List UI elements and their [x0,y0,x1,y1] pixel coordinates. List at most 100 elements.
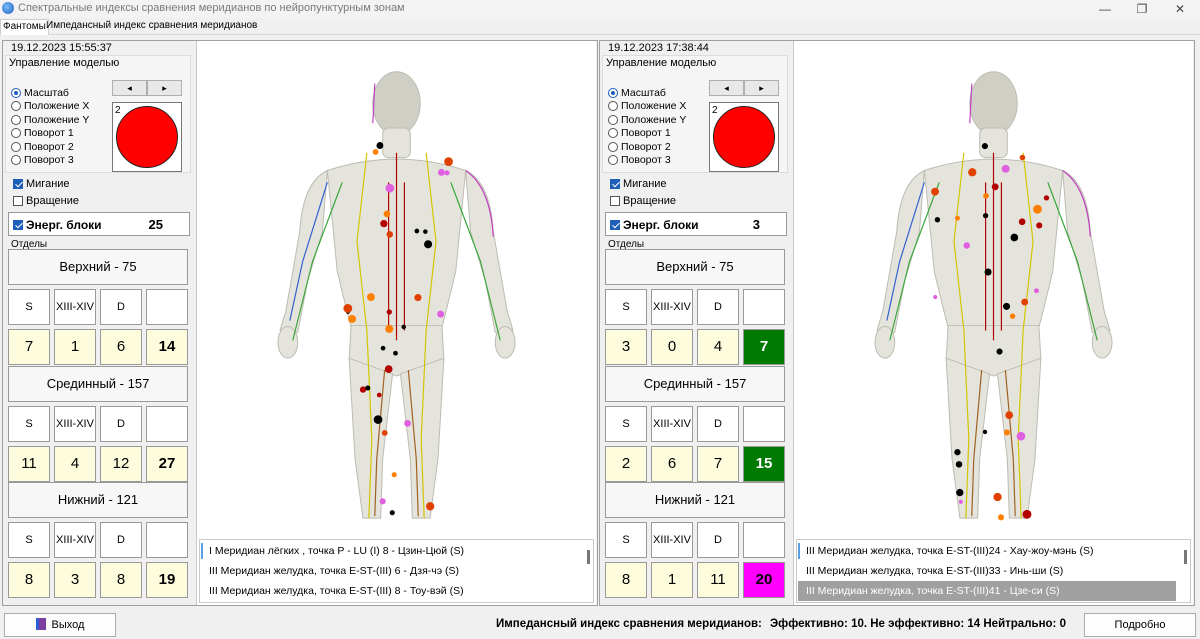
energy-blocks-checkbox[interactable]: Энерг. блоки [610,218,699,232]
phantom-body-part [399,357,445,519]
list-item[interactable]: III Меридиан желудка, точка E-ST-(III)33… [798,561,1176,581]
minimize-button[interactable]: — [1085,0,1125,18]
energy-blocks-label: Энерг. блоки [26,218,102,232]
section-column-label: D [697,522,739,558]
list-item[interactable]: III Меридиан желудка, точка E-ST-(III)41… [798,581,1176,601]
acupoint-marker [1010,233,1019,242]
list-item[interactable]: III Меридиан желудка, точка E-ST-(III) 6… [201,561,579,581]
rotation-checkbox[interactable]: Вращение [610,195,676,207]
section-column-label: S [605,289,647,325]
energy-blocks-value: 3 [752,217,760,232]
list-item[interactable]: III Меридиан желудка, точка E-ST-(III) 8… [201,581,579,601]
model-mode-radios: Масштаб Положение X Положение Y Поворот 1 По… [608,86,686,167]
tab-impedance-index[interactable]: Импедансный индекс сравнения меридианов [44,19,259,35]
radio-mode-6[interactable]: Поворот 3 [608,154,686,168]
tab-phantoms[interactable]: Фантомы [0,19,49,35]
section-column-label: S [8,289,50,325]
section-column-label: D [100,289,142,325]
section-column-label: XIII-XIV [54,522,96,558]
exit-label: Выход [51,619,85,631]
list-scrollbar[interactable] [587,550,590,564]
acupoint-marker [1003,429,1010,436]
radio-indicator [608,114,618,125]
acupoint-marker [996,348,1003,355]
phantom-viewer[interactable]: I Меридиан лёгких , точка P - LU (I) 8 -… [196,41,596,605]
meridian-point-list[interactable]: I Меридиан лёгких , точка P - LU (I) 8 -… [199,539,594,603]
radio-mode-3[interactable]: Положение Y [608,113,686,127]
list-item[interactable]: I Меридиан лёгких , точка P - LU (I) 8 -… [201,541,579,561]
step-left-button[interactable]: ◂ [112,80,147,96]
section-value: 1 [54,329,96,365]
acupoint-marker [348,315,357,323]
acupoint-marker [1016,431,1026,441]
energy-blocks-checkbox[interactable]: Энерг. блоки [13,218,102,232]
acupoint-marker [401,324,406,330]
acupoint-marker [444,157,453,166]
radio-mode-2[interactable]: Положение X [11,100,89,114]
radio-label: Положение X [621,100,687,113]
section-column-label: S [605,406,647,442]
red-indicator-light [116,106,178,168]
acupoint-marker [1009,313,1016,319]
section-column-label: D [697,406,739,442]
checkbox-label: Мигание [623,178,667,190]
radio-indicator [11,114,21,125]
acupoint-marker [365,385,371,391]
acupoint-marker [1002,302,1011,310]
radio-indicator [608,128,618,139]
acupoint-marker [404,419,411,427]
step-right-button[interactable]: ▸ [744,80,779,96]
step-left-button[interactable]: ◂ [709,80,744,96]
radio-mode-2[interactable]: Положение X [608,100,686,114]
acupoint-marker [984,268,992,276]
exit-door-icon [35,618,46,630]
radio-mode-4[interactable]: Поворот 1 [11,127,89,141]
details-button[interactable]: Подробно [1084,613,1196,637]
radio-mode-5[interactable]: Поворот 2 [608,140,686,154]
radio-mode-5[interactable]: Поворот 2 [11,140,89,154]
section-column-label [146,289,188,325]
section-value: 8 [100,562,142,598]
radio-mode-1[interactable]: Масштаб [11,86,89,100]
step-right-button[interactable]: ▸ [147,80,182,96]
radio-label: Поворот 2 [24,140,74,153]
blink-checkbox[interactable]: Мигание [13,178,70,190]
acupoint-marker [954,449,961,456]
section-title-3: Нижний - 121 [8,482,188,518]
radio-mode-6[interactable]: Поворот 3 [11,154,89,168]
index-summary: Эффективно: 10. Не эффективно: 14 Нейтра… [770,618,1066,630]
radio-indicator [11,87,21,98]
acupoint-marker [373,415,383,424]
acupoint-marker [931,187,939,196]
phantom-body-part [945,357,991,519]
maximize-button[interactable]: ❐ [1122,0,1162,18]
radio-indicator [608,101,618,112]
exit-button[interactable]: Выход [4,613,116,637]
indicator-light-box: 2 [709,102,779,172]
section-column-label [743,522,785,558]
list-scrollbar[interactable] [1184,550,1187,564]
checkbox-label: Мигание [26,178,70,190]
radio-mode-4[interactable]: Поворот 1 [608,127,686,141]
list-item[interactable]: III Меридиан желудка, точка E-ST-(III)24… [798,541,1176,561]
section-value: 6 [100,329,142,365]
meridian-point-list[interactable]: III Меридиан желудка, точка E-ST-(III)24… [796,539,1191,603]
radio-mode-1[interactable]: Масштаб [608,86,686,100]
index-label: Импедансный индекс сравнения меридианов: [496,618,762,630]
section-column-label [146,522,188,558]
section-value: 2 [605,446,647,482]
session-datetime: 19.12.2023 17:38:44 [608,42,709,54]
blink-checkbox[interactable]: Мигание [610,178,667,190]
phantom-body-part [372,71,421,136]
checkbox-box [610,179,620,189]
close-button[interactable]: ✕ [1160,0,1200,18]
section-value: 4 [54,446,96,482]
rotation-checkbox[interactable]: Вращение [13,195,79,207]
radio-mode-3[interactable]: Положение Y [11,113,89,127]
acupoint-marker [958,499,963,504]
acupoint-marker [955,461,963,468]
acupoint-marker [343,303,353,313]
acupoint-marker [379,498,386,505]
section-value: 11 [8,446,50,482]
phantom-viewer[interactable]: III Меридиан желудка, точка E-ST-(III)24… [793,41,1193,605]
